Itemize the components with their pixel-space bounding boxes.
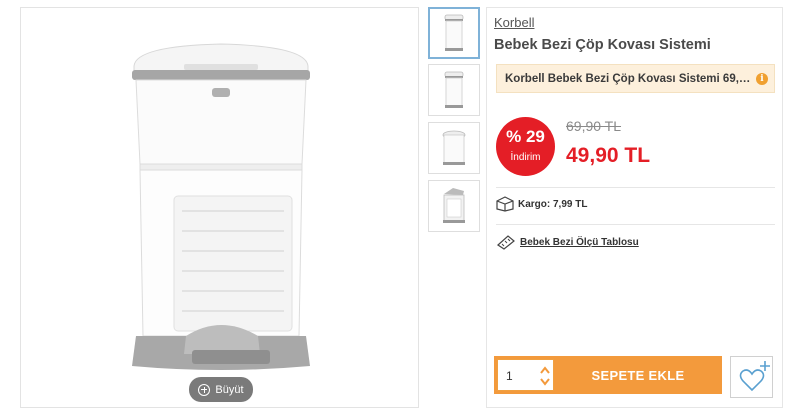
discount-badge: % 29 İndirim (496, 117, 555, 176)
quantity-stepper[interactable] (497, 359, 554, 391)
brand-link[interactable]: Korbell (494, 15, 534, 30)
chevron-up-icon[interactable] (540, 366, 550, 374)
add-to-cart-button[interactable]: SEPETE EKLE (554, 356, 722, 394)
box-icon (496, 196, 514, 212)
cargo-info: Kargo: 7,99 TL (496, 196, 587, 212)
divider (496, 187, 775, 188)
thumbnail-image (444, 14, 464, 51)
chevron-down-icon[interactable] (540, 378, 550, 386)
thumbnail-4[interactable] (428, 180, 480, 232)
new-price: 49,90 TL (566, 144, 651, 167)
quantity-input[interactable] (506, 368, 532, 384)
promo-text: Korbell Bebek Bezi Çöp Kovası Sistemi 69… (505, 72, 751, 85)
zoom-button[interactable]: Büyüt (189, 377, 253, 402)
divider (496, 224, 775, 225)
zoom-label: Büyüt (215, 383, 244, 396)
old-price: 69,90 TL (566, 118, 622, 134)
thumbnail-image (442, 130, 466, 165)
cargo-text: Kargo: 7,99 TL (518, 198, 588, 210)
thumbnail-3[interactable] (428, 122, 480, 174)
discount-label: İndirim (510, 152, 541, 163)
size-chart-label[interactable]: Bebek Bezi Ölçü Tablosu (520, 237, 639, 248)
add-to-favorites-button[interactable] (730, 356, 773, 398)
thumbnail-image (444, 71, 464, 108)
thumbnail-2[interactable] (428, 64, 480, 116)
diaper-pail-image (132, 43, 310, 370)
size-chart-link[interactable]: Bebek Bezi Ölçü Tablosu (496, 234, 639, 250)
discount-percent: % 29 (506, 127, 545, 146)
main-product-image[interactable]: Büyüt (20, 7, 419, 408)
info-icon[interactable]: i (756, 73, 768, 85)
ruler-icon (497, 235, 515, 250)
zoom-plus-icon (198, 383, 211, 396)
thumbnail-1[interactable] (428, 7, 480, 59)
thumbnail-image (443, 188, 465, 223)
heart-plus-icon (739, 361, 770, 392)
promo-banner[interactable]: Korbell Bebek Bezi Çöp Kovası Sistemi 69… (496, 64, 775, 93)
product-title: Bebek Bezi Çöp Kovası Sistemi (494, 37, 711, 53)
